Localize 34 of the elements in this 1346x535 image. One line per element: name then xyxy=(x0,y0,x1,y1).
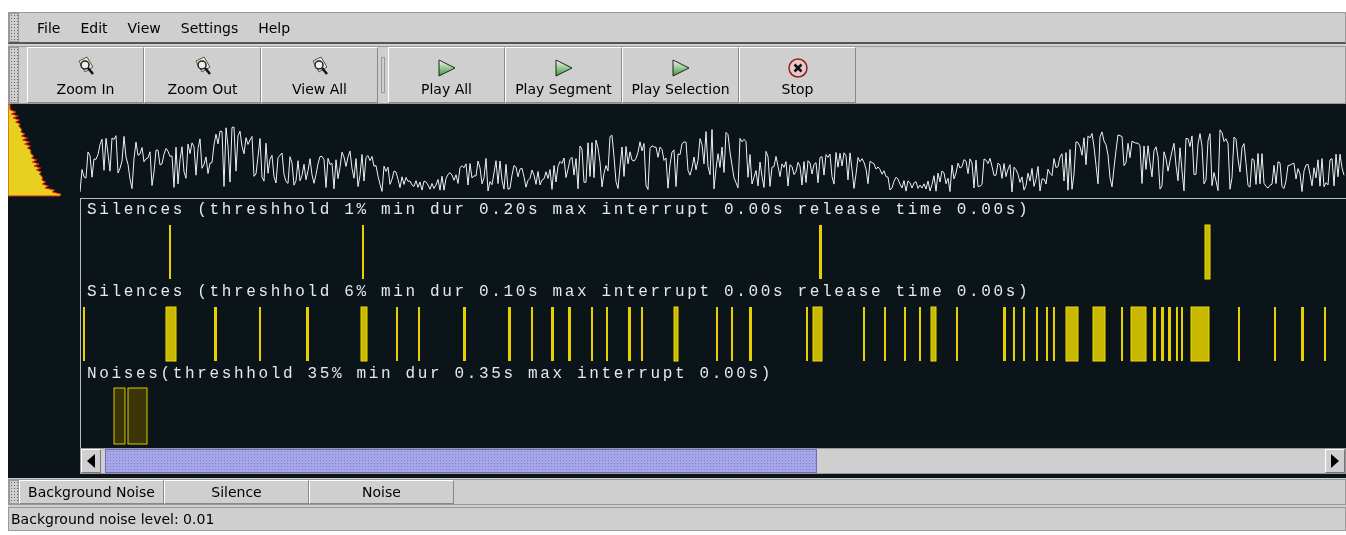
toolbar-button[interactable]: Zoom Out xyxy=(144,47,261,103)
toolbar-button[interactable]: Play Segment xyxy=(505,47,622,103)
status-text: Background noise level: 0.01 xyxy=(8,507,1346,531)
menu-item[interactable]: Edit xyxy=(70,13,118,42)
menu-item[interactable]: File xyxy=(27,13,71,42)
tabbar-handle[interactable] xyxy=(9,480,19,504)
stop-icon xyxy=(786,57,809,79)
track-label: Silences (threshhold 6% min dur 0.10s max interrupt 0.00s release time 0.00s) xyxy=(86,282,1032,303)
scroll-right-button[interactable] xyxy=(1325,449,1345,473)
toolbar-button[interactable]: View All xyxy=(261,47,378,103)
tab[interactable]: Silence xyxy=(164,480,309,504)
toolbar-separator xyxy=(381,57,385,93)
toolbar-button[interactable]: Play Selection xyxy=(622,47,739,103)
menu-item[interactable]: Settings xyxy=(170,13,249,42)
menu-item[interactable]: View xyxy=(117,13,171,42)
track-label: Noises(threshhold 35% min dur 0.35s max interrupt 0.00s) xyxy=(86,364,775,385)
play-icon xyxy=(435,57,458,79)
play-icon xyxy=(552,57,575,79)
play-icon xyxy=(669,57,692,79)
menubar-handle[interactable] xyxy=(9,13,19,42)
toolbar-button[interactable]: Zoom In xyxy=(27,47,144,103)
track-label: Silences (threshhold 1% min dur 0.20s max interrupt 0.00s release time 0.00s) xyxy=(86,200,1032,221)
left-arrow-icon xyxy=(86,454,96,468)
scroll-left-button[interactable] xyxy=(81,449,101,473)
scrollbar-thumb[interactable] xyxy=(105,449,817,473)
noise-markers-drawing xyxy=(113,387,148,445)
toolbar-handle[interactable] xyxy=(9,47,19,103)
tab[interactable]: Noise xyxy=(309,480,454,504)
tab[interactable]: Background Noise xyxy=(19,480,164,504)
menu-item[interactable]: Help xyxy=(248,13,301,42)
toolbar-button[interactable]: Stop xyxy=(739,47,856,103)
scrollbar-track[interactable] xyxy=(80,448,1346,474)
toolbar-button[interactable]: Play All xyxy=(388,47,505,103)
right-arrow-icon xyxy=(1330,454,1340,468)
